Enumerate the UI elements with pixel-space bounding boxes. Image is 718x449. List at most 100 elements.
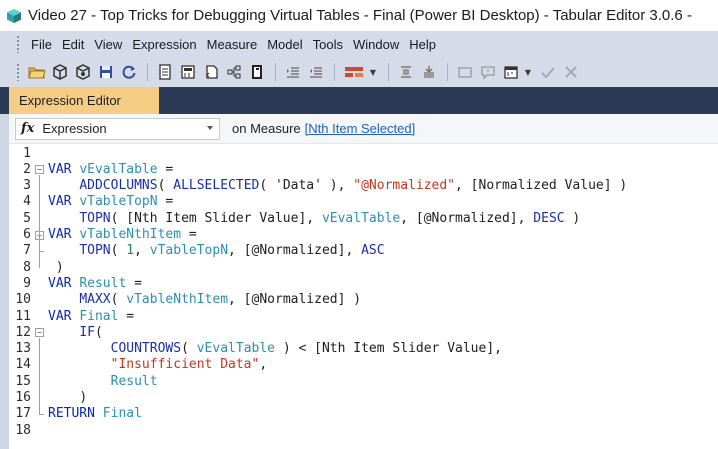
toolbar: ▼ ▼ [0,57,718,87]
code-line[interactable]: 2 VAR vEvalTable = [9,162,718,178]
code-line[interactable]: 6 VAR vTableNthItem = [9,227,718,243]
pin-button[interactable] [395,61,417,83]
fold-end [39,414,44,416]
code-text: ) [56,260,64,276]
line-number: 9 [23,275,31,291]
line-number: 3 [23,178,31,194]
code-line[interactable]: 4 VAR vTableTopN = [9,194,718,210]
menu-help[interactable]: Help [404,37,441,52]
code-token: VAR [48,161,72,177]
fold-toggle-icon[interactable]: − [35,328,44,338]
measure-link[interactable]: [Nth Item Selected] [305,121,416,136]
comment-icon [481,66,495,80]
code-token: ) [55,259,64,275]
calculation-button[interactable] [177,61,199,83]
code-token: ) < [Nth Item Slider Value], [275,341,502,357]
code-token: COUNTROWS [110,341,182,357]
code-line[interactable]: 15 Result [9,374,718,390]
code-token: ( 'Data' ), [259,178,354,194]
import-button[interactable] [418,61,440,83]
accept-button[interactable] [537,61,559,83]
code-text: VAR vTableTopN = [48,194,173,210]
menu-view[interactable]: View [89,37,127,52]
code-line[interactable]: 3 ADDCOLUMNS( ALLSELECTED( 'Data' ), "@No… [9,178,718,194]
code-token: TOPN [79,243,111,259]
cube-icon [53,64,67,80]
menubar-grip-icon[interactable] [16,35,20,53]
calendar-button[interactable] [500,61,522,83]
code-line[interactable]: 18 [9,423,718,439]
code-token: ( [110,243,127,259]
menu-expression[interactable]: Expression [127,37,201,52]
script-icon [206,65,218,79]
code-line[interactable]: 12 IF( [9,325,718,341]
code-token: ( [Nth Item Slider Value], [110,210,322,226]
code-line[interactable]: 14 "Insufficient Data", [9,357,718,373]
tab-expression-editor[interactable]: Expression Editor [9,87,159,114]
code-line[interactable]: 13 COUNTROWS( vEvalTable ) < [Nth Item Sl… [9,341,718,357]
code-line[interactable]: 1 [9,146,718,162]
deploy-model-button[interactable] [72,61,94,83]
save-button[interactable] [95,61,117,83]
code-text: ) [79,390,87,406]
object-type-label: on Measure [232,121,301,136]
comment-button[interactable] [477,61,499,83]
relationships-dropdown-icon[interactable]: ▼ [368,61,378,83]
tab-label: Expression Editor [19,93,121,108]
script-button[interactable] [200,61,222,83]
menu-file[interactable]: File [26,37,57,52]
code-token: , [@Normalized] ) [228,292,362,308]
calendar-dropdown-icon[interactable]: ▼ [523,61,533,83]
window-button[interactable] [454,61,476,83]
discard-button[interactable] [560,61,582,83]
toolbar-grip-icon[interactable] [16,63,20,81]
relationship-icon [345,67,363,77]
code-token: ( [94,324,103,340]
toolbar-separator [275,63,276,81]
format-dax-button[interactable] [246,61,268,83]
code-token: ) [564,210,581,226]
property-selector-dropdown[interactable]: fx Expression [15,117,220,140]
code-text: COUNTROWS( vEvalTable ) < [Nth Item Slid… [111,341,502,357]
menu-model[interactable]: Model [262,37,307,52]
hierarchy-button[interactable] [223,61,245,83]
code-line[interactable]: 10 MAXX( vTableNthItem, [@Normalized] ) [9,292,718,308]
code-line[interactable]: 17 RETURN Final [9,406,718,422]
property-bar: fx Expression on Measure [Nth Item Selec… [9,114,718,144]
refresh-button[interactable] [118,61,140,83]
code-text: ADDCOLUMNS( ALLSELECTED( 'Data' ), "@Nor… [79,178,627,194]
code-token: TOPN [79,210,111,226]
new-document-button[interactable] [154,61,176,83]
menu-tools[interactable]: Tools [308,37,348,52]
calculator-icon [181,65,195,79]
tabular-editor-logo-icon [7,8,21,23]
line-number: 5 [23,210,31,226]
chevron-down-icon [207,125,213,130]
fold-toggle-icon[interactable]: − [35,165,44,175]
code-line[interactable]: 8) [9,260,718,276]
code-line[interactable]: 5 TOPN( [Nth Item Slider Value], vEvalTab… [9,211,718,227]
code-line[interactable]: 16) [9,390,718,406]
menu-window[interactable]: Window [348,37,404,52]
code-text: Result [111,374,158,390]
save-icon [100,66,112,78]
connect-model-button[interactable] [49,61,71,83]
outdent-button[interactable] [305,61,327,83]
code-line[interactable]: 7 TOPN( 1, vTableTopN, [@Normalized], ASC [9,243,718,259]
line-number: 17 [15,406,31,422]
open-folder-button[interactable] [26,61,48,83]
code-token: = [126,275,142,291]
code-editor[interactable]: 1 2 VAR vEvalTable = 3 ADDCOLUMNS( ALLSELECT… [9,144,718,449]
code-token: VAR [48,308,72,324]
indent-button[interactable] [282,61,304,83]
code-token: = [181,227,197,242]
code-line[interactable]: 9 VAR Result = [9,276,718,292]
relationships-button[interactable] [341,61,367,83]
import-icon [424,66,434,78]
menu-measure[interactable]: Measure [202,37,263,52]
code-token: ALLSELECTED [173,178,260,194]
code-token: MAXX [79,292,111,308]
menu-edit[interactable]: Edit [57,37,89,52]
code-text: IF( [79,325,102,341]
code-line[interactable]: 11 VAR Final = [9,309,718,325]
